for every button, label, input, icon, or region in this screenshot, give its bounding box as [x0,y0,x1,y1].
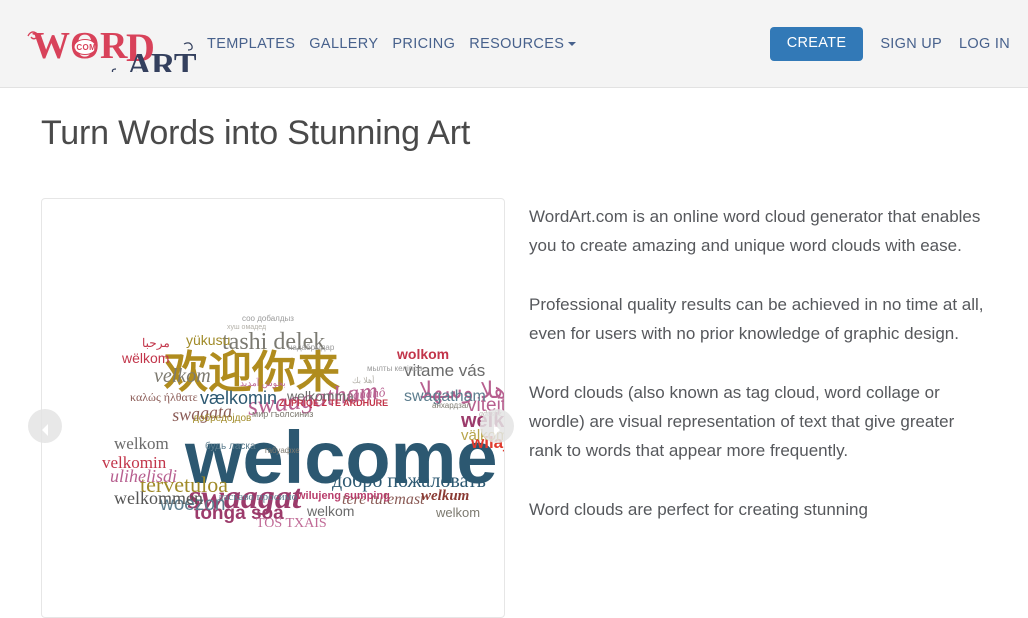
chevron-right-icon [494,424,500,436]
wordcloud-word: êguahô [346,384,386,403]
wordcloud-word: بخوش آمدید [240,378,286,388]
wordcloud-word: welkom [436,505,481,520]
nav-pricing[interactable]: PRICING [392,34,469,54]
svg-text:R: R [100,25,128,67]
wordcloud-word: ласкаво просимо [218,491,298,503]
wordcloud-word: velkomin [102,453,167,472]
carousel-prev-button[interactable] [28,409,62,443]
login-link[interactable]: LOG IN [959,36,1010,52]
wordcloud-word: мир гъолсиниз [252,409,314,419]
svg-text:W: W [32,25,70,67]
wordcloud-word: wëlkom [122,350,170,366]
logo-icon: W O R D .COM ART [27,25,196,72]
logo-wordart[interactable]: W O R D .COM ART [24,14,196,72]
wordcloud-word: TOS TXAIS [256,516,327,531]
wordcloud-word: табуафхе [264,446,300,455]
wordcloud-word: wolkom [397,346,450,362]
wordcloud-word: مرحبا [142,336,170,350]
wordcloud-word: надабрыдар [288,343,335,352]
site-header: W O R D .COM ART TEMPLATES GALLERY PRICI… [0,0,1028,88]
nav-item: GALLERY [309,34,392,54]
nav-resources-label: RESOURCES [469,36,565,52]
signup-link[interactable]: SIGN UP [880,36,942,52]
wordcloud-word: καλώς ήλθατε [130,390,198,404]
wordcloud-word: wilujeng sumping [297,490,390,502]
wordcloud-word: velkom [154,365,211,387]
wordcloud-word: мылты келіпсіз [367,364,423,373]
wordcloud-word: welkum [421,488,470,504]
main-navigation: TEMPLATES GALLERY PRICING RESOURCES [207,34,590,54]
intro-paragraph-2: Professional quality results can be achi… [529,295,984,343]
wordcloud-image: welcome 欢迎你来 swaagat swaagatham tashi delek أ… [42,199,504,539]
wordcloud-word: соо добалдыз [242,314,294,323]
wordcloud-word: хуш омадед [227,324,267,331]
wordcloud-word: будь ласка [205,441,256,452]
page-title: Turn Words into Stunning Art [41,114,471,152]
chevron-down-icon [568,42,577,46]
wordcloud-carousel-panel[interactable]: welcome 欢迎你来 swaagat swaagatham tashi delek أ… [41,198,505,618]
nav-item: PRICING [392,34,469,54]
wordcloud-word: welkom [114,434,169,453]
nav-item: RESOURCES [469,34,590,54]
intro-copy: WordArt.com is an online word cloud gene… [529,202,991,554]
nav-resources[interactable]: RESOURCES [469,34,590,54]
wordcloud-word: yükusu [186,332,231,348]
carousel-next-button[interactable] [480,409,514,443]
svg-text:.COM: .COM [74,43,97,52]
nav-templates[interactable]: TEMPLATES [207,34,309,54]
header-actions: CREATE SIGN UP LOG IN [769,27,1010,61]
wordcloud-word: анхардзал [432,401,471,410]
nav-gallery[interactable]: GALLERY [309,34,392,54]
wordcloud-word: أهلا بك [352,376,375,385]
wordcloud-word: добредојдов [193,413,252,424]
intro-paragraph-3: Word clouds (also known as tag cloud, wo… [529,383,955,460]
wordcloud-word: welkommen [114,488,203,508]
intro-paragraph-4: Word clouds are perfect for creating stu… [529,500,868,519]
svg-text:ART: ART [127,47,196,72]
create-button[interactable]: CREATE [769,27,864,61]
nav-item: TEMPLATES [207,34,309,54]
chevron-left-icon [42,424,48,436]
intro-paragraph-1: WordArt.com is an online word cloud gene… [529,207,981,255]
